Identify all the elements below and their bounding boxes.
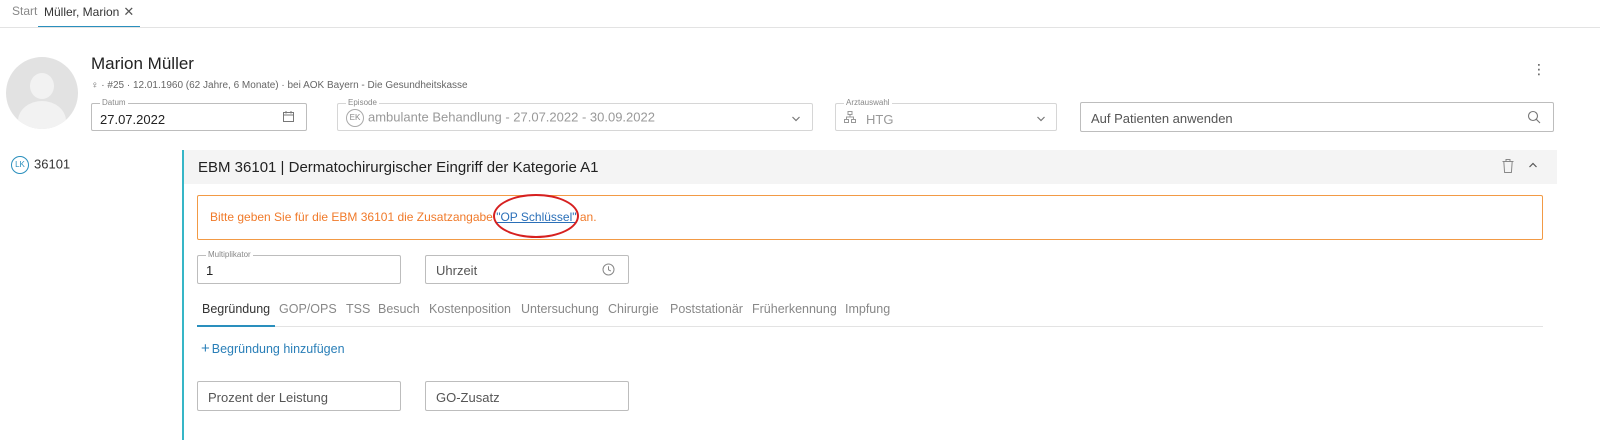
- chevron-down-icon[interactable]: [791, 112, 801, 126]
- tab-frueherkennung[interactable]: Früherkennung: [747, 302, 842, 327]
- tab-start[interactable]: Start: [12, 4, 37, 18]
- section-header[interactable]: EBM 36101 | Dermatochirurgischer Eingrif…: [184, 150, 1557, 184]
- avatar-shoulders: [18, 101, 66, 129]
- apply-placeholder: Auf Patienten anwenden: [1091, 111, 1233, 126]
- tab-patient[interactable]: Müller, Marion ✕: [38, 0, 141, 28]
- date-value: 27.07.2022: [100, 112, 166, 127]
- time-placeholder: Uhrzeit: [436, 263, 478, 278]
- clock-icon[interactable]: [602, 263, 615, 279]
- service-list-item[interactable]: LK 36101: [11, 156, 70, 174]
- avatar-head: [30, 73, 54, 99]
- tab-bar: Start Müller, Marion ✕: [0, 0, 1600, 28]
- plus-icon: +: [201, 340, 210, 357]
- tab-patient-label: Müller, Marion: [44, 5, 120, 19]
- tab-kostenposition[interactable]: Kostenposition: [424, 302, 516, 327]
- go-supplement-input[interactable]: GO-Zusatz: [425, 381, 629, 411]
- multiplier-field[interactable]: Multiplikator 1: [197, 250, 401, 284]
- episode-select[interactable]: Episode EK ambulante Behandlung - 27.07.2…: [337, 98, 813, 131]
- doctor-select[interactable]: Arztauswahl HTG: [835, 98, 1057, 131]
- chevron-up-icon[interactable]: [1528, 158, 1538, 172]
- service-badge: LK: [11, 156, 29, 174]
- date-field[interactable]: Datum 27.07.2022: [91, 98, 307, 131]
- doctor-label: Arztauswahl: [844, 98, 892, 108]
- go-supplement-placeholder: GO-Zusatz: [436, 390, 500, 405]
- detail-tabs: Begründung GOP/OPS TSS Besuch Kostenposi…: [197, 302, 1543, 327]
- tab-besuch[interactable]: Besuch: [373, 302, 425, 327]
- patient-meta: ♀ · #25 · 12.01.1960 (62 Jahre, 6 Monate…: [91, 80, 468, 91]
- doctor-value: HTG: [866, 112, 894, 127]
- time-input[interactable]: Uhrzeit: [425, 255, 629, 284]
- chevron-down-icon[interactable]: [1036, 112, 1046, 126]
- episode-value-wrap: EK ambulante Behandlung - 27.07.2022 - 30…: [346, 109, 655, 127]
- multiplier-value: 1: [206, 263, 214, 278]
- patient-name: Marion Müller: [91, 54, 194, 73]
- section-title: EBM 36101 | Dermatochirurgischer Eingrif…: [198, 159, 599, 176]
- org-chart-icon: [844, 111, 856, 126]
- calendar-icon[interactable]: [282, 110, 295, 126]
- episode-value: ambulante Behandlung - 27.07.2022 - 30.0…: [368, 109, 655, 125]
- percentage-placeholder: Prozent der Leistung: [208, 390, 328, 405]
- apply-to-patient-input[interactable]: Auf Patienten anwenden: [1080, 102, 1554, 132]
- avatar: [6, 57, 78, 129]
- more-options-icon[interactable]: ⋮: [1532, 62, 1546, 76]
- service-code: 36101: [34, 156, 71, 172]
- tab-begruendung[interactable]: Begründung: [197, 302, 276, 327]
- warning-text-after: an.: [576, 210, 597, 224]
- add-reason-link[interactable]: + Begründung hinzufügen: [201, 340, 345, 357]
- highlight-annotation: [493, 194, 579, 238]
- add-reason-label: Begründung hinzufügen: [211, 342, 345, 356]
- episode-label: Episode: [346, 98, 379, 108]
- tab-impfung[interactable]: Impfung: [840, 302, 895, 327]
- tab-gop-ops[interactable]: GOP/OPS: [274, 302, 342, 327]
- close-icon[interactable]: ✕: [123, 4, 134, 19]
- episode-badge: EK: [346, 109, 364, 127]
- warning-box: Bitte geben Sie für die EBM 36101 die Zu…: [197, 195, 1543, 240]
- tab-chirurgie[interactable]: Chirurgie: [603, 302, 664, 327]
- tab-divider: [0, 27, 1600, 28]
- section-accent-bar: [182, 150, 184, 440]
- trash-icon[interactable]: [1502, 159, 1514, 176]
- percentage-input[interactable]: Prozent der Leistung: [197, 381, 401, 411]
- multiplier-label: Multiplikator: [206, 250, 253, 260]
- date-label: Datum: [100, 98, 128, 108]
- tab-untersuchung[interactable]: Untersuchung: [516, 302, 604, 327]
- search-icon[interactable]: [1527, 110, 1541, 127]
- warning-text-before: Bitte geben Sie für die EBM 36101 die Zu…: [210, 210, 497, 224]
- tab-tss[interactable]: TSS: [341, 302, 375, 327]
- tab-poststationaer[interactable]: Poststationär: [665, 302, 748, 327]
